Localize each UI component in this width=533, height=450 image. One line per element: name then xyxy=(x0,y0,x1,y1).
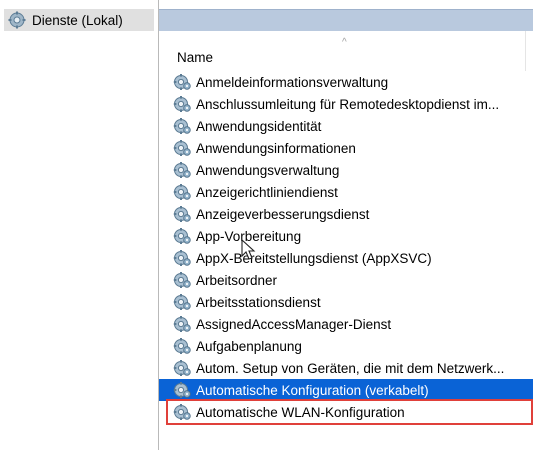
service-name: Anwendungsinformationen xyxy=(196,140,356,156)
service-gear-icon xyxy=(173,359,191,377)
service-name: Anwendungsidentität xyxy=(196,118,322,134)
services-list: Anmeldeinformationsverwaltung Anschlussum… xyxy=(159,71,533,423)
service-row[interactable]: AssignedAccessManager-Dienst xyxy=(159,313,533,335)
service-gear-icon xyxy=(173,73,191,91)
service-row[interactable]: AppX-Bereitstellungsdienst (AppXSVC) xyxy=(159,247,533,269)
service-gear-icon xyxy=(173,205,191,223)
pane-header-band xyxy=(159,9,533,31)
tree-item-services-local[interactable]: Dienste (Lokal) xyxy=(4,9,154,31)
service-gear-icon xyxy=(173,227,191,245)
service-row[interactable]: Anwendungsinformationen xyxy=(159,137,533,159)
service-gear-icon xyxy=(173,139,191,157)
service-name: Anmeldeinformationsverwaltung xyxy=(196,74,389,90)
service-name: Anwendungsverwaltung xyxy=(196,162,340,178)
service-name: AssignedAccessManager-Dienst xyxy=(196,316,392,332)
service-row[interactable]: Automatische Konfiguration (verkabelt) xyxy=(159,379,533,401)
service-row[interactable]: App-Vorbereitung xyxy=(159,225,533,247)
service-gear-icon xyxy=(173,95,191,113)
service-name: Autom. Setup von Geräten, die mit dem Ne… xyxy=(196,360,505,376)
service-name: Aufgabenplanung xyxy=(196,338,302,354)
services-list-pane: ^ Name Anmeldeinformationsverwaltung Ansc… xyxy=(159,0,533,450)
service-row[interactable]: Automatische WLAN-Konfiguration xyxy=(159,401,533,423)
service-gear-icon xyxy=(173,337,191,355)
service-gear-icon xyxy=(173,161,191,179)
service-row[interactable]: Arbeitsordner xyxy=(159,269,533,291)
service-name: Automatische Konfiguration (verkabelt) xyxy=(196,382,429,398)
service-row[interactable]: Anzeigeverbesserungsdienst xyxy=(159,203,533,225)
service-gear-icon xyxy=(173,381,191,399)
service-name: Arbeitsstationsdienst xyxy=(196,294,321,310)
service-row[interactable]: Autom. Setup von Geräten, die mit dem Ne… xyxy=(159,357,533,379)
service-gear-icon xyxy=(173,293,191,311)
service-row[interactable]: Anwendungsidentität xyxy=(159,115,533,137)
service-name: Anzeigerichtliniendienst xyxy=(196,184,338,200)
service-gear-icon xyxy=(173,271,191,289)
gear-icon xyxy=(8,11,26,29)
service-row[interactable]: Arbeitsstationsdienst xyxy=(159,291,533,313)
service-gear-icon xyxy=(173,315,191,333)
service-row[interactable]: Anzeigerichtliniendienst xyxy=(159,181,533,203)
service-gear-icon xyxy=(173,117,191,135)
column-header-row: ^ Name xyxy=(159,31,533,71)
service-name: App-Vorbereitung xyxy=(196,228,302,244)
service-gear-icon xyxy=(173,183,191,201)
column-header-name[interactable]: Name xyxy=(177,50,213,65)
tree-item-label: Dienste (Lokal) xyxy=(32,12,123,28)
service-row[interactable]: Anwendungsverwaltung xyxy=(159,159,533,181)
sort-indicator-icon: ^ xyxy=(342,37,347,48)
service-name: Anzeigeverbesserungsdienst xyxy=(196,206,370,222)
service-name: Automatische WLAN-Konfiguration xyxy=(196,404,405,420)
console-tree: Dienste (Lokal) xyxy=(0,0,158,450)
service-gear-icon xyxy=(173,403,191,421)
service-name: AppX-Bereitstellungsdienst (AppXSVC) xyxy=(196,250,432,266)
service-row[interactable]: Anschlussumleitung für Remotedesktopdien… xyxy=(159,93,533,115)
service-name: Anschlussumleitung für Remotedesktopdien… xyxy=(196,96,500,112)
service-name: Arbeitsordner xyxy=(196,272,278,288)
service-row[interactable]: Aufgabenplanung xyxy=(159,335,533,357)
service-row[interactable]: Anmeldeinformationsverwaltung xyxy=(159,71,533,93)
column-separator[interactable] xyxy=(525,31,526,71)
service-gear-icon xyxy=(173,249,191,267)
